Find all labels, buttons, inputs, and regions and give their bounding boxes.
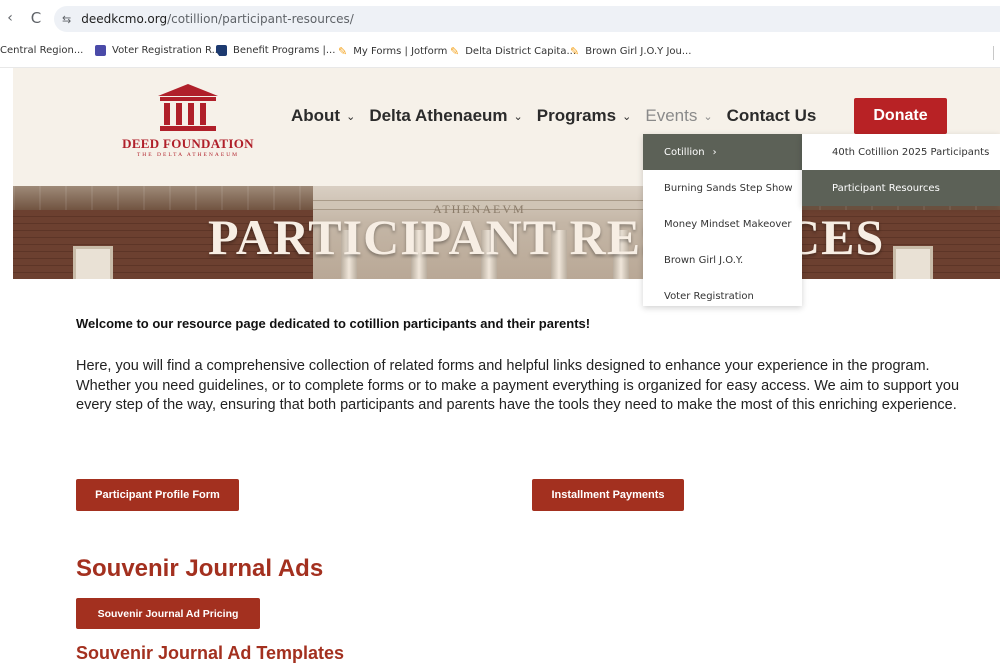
bookmark-label: My Forms | Jotform <box>353 46 448 57</box>
submenu-item-participant-resources[interactable]: Participant Resources <box>802 170 1000 206</box>
form-icon <box>95 45 106 56</box>
reload-icon[interactable]: C <box>26 9 46 27</box>
bookmark-label: Benefit Programs |... <box>233 45 336 56</box>
nav-events[interactable]: Events ⌄ <box>645 106 712 126</box>
bookmark-brown-girl-joy[interactable]: ✎ Brown Girl J.O.Y Jou... <box>570 45 691 58</box>
address-bar[interactable]: ⇆ deedkcmo.org /cotillion/participant-re… <box>54 6 1000 32</box>
nav-label: Programs <box>536 106 617 125</box>
participant-profile-form-button[interactable]: Participant Profile Form <box>76 479 239 511</box>
chevron-down-icon: ⌄ <box>703 109 713 123</box>
events-dropdown-menu: Cotillion › Burning Sands Step Show Mone… <box>643 134 802 306</box>
nav-label: Events <box>645 106 698 125</box>
nav-label: Contact Us <box>726 106 817 125</box>
bookmark-label: Voter Registration R... <box>112 45 222 56</box>
url-domain: deedkcmo.org <box>81 12 168 26</box>
welcome-heading: Welcome to our resource page dedicated t… <box>76 316 591 331</box>
menu-item-label: Cotillion <box>664 146 705 158</box>
donate-button[interactable]: Donate <box>854 98 947 134</box>
missouri-icon <box>216 45 227 56</box>
chevron-right-icon: › <box>712 146 717 158</box>
bookmark-voter-registration[interactable]: Voter Registration R... <box>95 45 221 56</box>
bookmarks-divider <box>993 46 994 60</box>
bookmark-central-region[interactable]: Central Region... <box>0 45 83 56</box>
back-icon[interactable]: ‹ <box>0 10 20 26</box>
nav-label: Delta Athenaeum <box>369 106 508 125</box>
menu-item-voter-registration[interactable]: Voter Registration <box>643 278 802 314</box>
bookmarks-bar: Central Region... Voter Registration R..… <box>0 36 1000 68</box>
menu-item-brown-girl-joy[interactable]: Brown Girl J.O.Y. <box>643 242 802 278</box>
nav-about[interactable]: About ⌄ <box>291 106 355 126</box>
logo-name: DEED FOUNDATION <box>122 136 254 151</box>
nav-label: About <box>291 106 341 125</box>
nav-programs[interactable]: Programs ⌄ <box>537 106 632 126</box>
chevron-down-icon: ⌄ <box>513 109 523 123</box>
jotform-icon: ✎ <box>338 45 348 58</box>
intro-paragraph: Here, you will find a comprehensive coll… <box>76 358 960 413</box>
bookmark-label: Central Region... <box>0 45 84 56</box>
journal-ad-pricing-button[interactable]: Souvenir Journal Ad Pricing <box>76 598 260 629</box>
url-path: /cotillion/participant-resources/ <box>167 12 354 26</box>
chevron-down-icon: ⌄ <box>622 109 632 123</box>
bookmark-my-forms[interactable]: ✎ My Forms | Jotform <box>338 45 447 58</box>
hero-window <box>893 246 933 279</box>
cotillion-submenu: 40th Cotillion 2025 Participants Partici… <box>802 134 1000 206</box>
temple-icon <box>158 84 218 131</box>
installment-payments-button[interactable]: Installment Payments <box>532 479 684 511</box>
logo[interactable]: DEED FOUNDATION THE DELTA ATHENAEUM <box>113 82 263 178</box>
nav-delta-athenaeum[interactable]: Delta Athenaeum ⌄ <box>369 106 522 126</box>
browser-toolbar: ‹ C ⇆ deedkcmo.org /cotillion/participan… <box>0 0 1000 36</box>
chevron-down-icon: ⌄ <box>346 109 356 123</box>
menu-item-burning-sands[interactable]: Burning Sands Step Show <box>643 170 802 206</box>
bookmark-label: Brown Girl J.O.Y Jou... <box>585 46 692 57</box>
logo-tagline: THE DELTA ATHENAEUM <box>136 152 240 158</box>
main-nav: About ⌄ Delta Athenaeum ⌄ Programs ⌄ Eve… <box>291 106 830 126</box>
menu-item-money-mindset[interactable]: Money Mindset Makeover <box>643 206 802 242</box>
jotform-icon: ✎ <box>450 45 460 58</box>
site-info-icon[interactable]: ⇆ <box>62 13 71 26</box>
bookmark-label: Delta District Capita... <box>465 46 576 57</box>
bookmark-benefit-programs[interactable]: Benefit Programs |... <box>216 45 335 56</box>
jotform-icon: ✎ <box>570 45 580 58</box>
hero-window <box>73 246 113 279</box>
nav-contact-us[interactable]: Contact Us <box>727 106 817 126</box>
souvenir-journal-heading: Souvenir Journal Ads <box>76 555 324 582</box>
bookmark-delta-district[interactable]: ✎ Delta District Capita... <box>450 45 576 58</box>
menu-item-cotillion[interactable]: Cotillion › <box>643 134 802 170</box>
submenu-item-40th-cotillion[interactable]: 40th Cotillion 2025 Participants <box>802 134 1000 170</box>
journal-templates-heading: Souvenir Journal Ad Templates <box>76 643 345 663</box>
